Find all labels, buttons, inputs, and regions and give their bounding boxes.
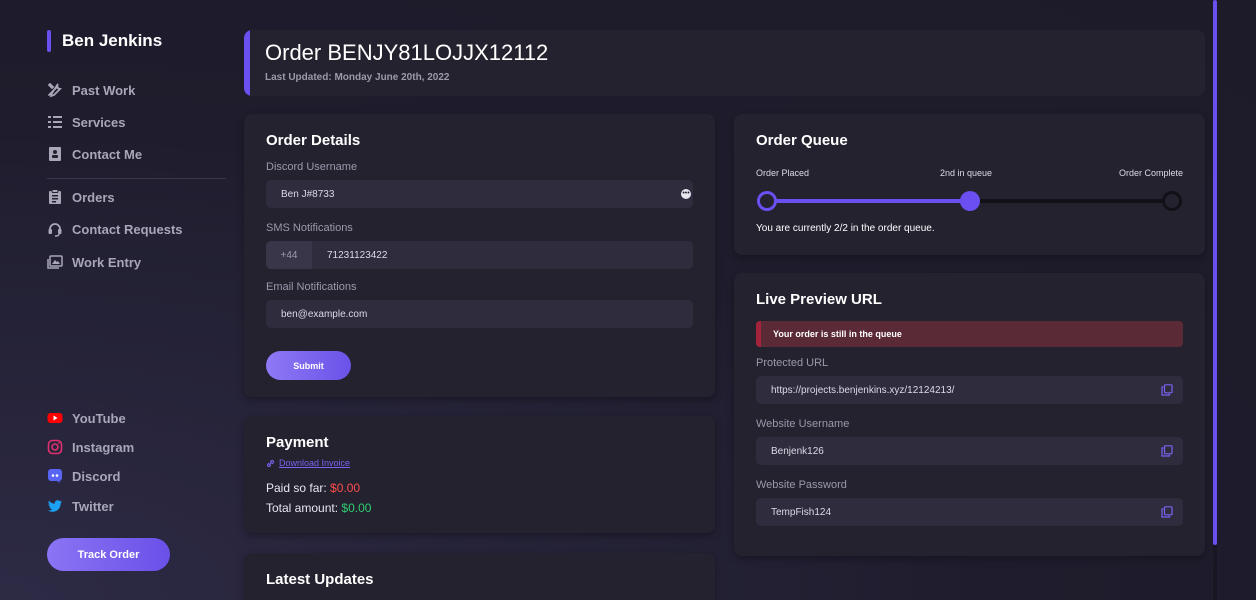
nav-item-contact-requests[interactable]: Contact Requests: [47, 220, 183, 238]
social-label: YouTube: [72, 410, 126, 426]
nav-item-contact-me[interactable]: Contact Me: [47, 145, 142, 163]
total-label: Total amount:: [266, 501, 339, 515]
social-link-instagram[interactable]: Instagram: [47, 438, 134, 456]
card-title: Live Preview URL: [756, 291, 882, 308]
nav-divider: [47, 178, 226, 179]
brand[interactable]: Ben Jenkins: [47, 30, 162, 52]
queue-status: You are currently 2/2 in the order queue…: [756, 223, 935, 234]
latest-updates-card: Latest Updates: [244, 553, 715, 600]
page-scrollbar-thumb[interactable]: [1213, 0, 1217, 545]
country-code: +44: [266, 241, 312, 269]
sms-field[interactable]: +44 71231123422: [266, 241, 693, 269]
discord-icon: [47, 468, 63, 484]
alert-accent-bar: [756, 321, 761, 347]
nav-item-past-work[interactable]: Past Work: [47, 81, 135, 99]
download-invoice-link[interactable]: Download Invoice: [266, 458, 350, 468]
queue-progress-fill: [767, 199, 970, 203]
discord-username-label: Discord Username: [266, 161, 358, 173]
order-details-card: Order Details Discord Username Ben J#873…: [244, 114, 715, 397]
social-label: Twitter: [72, 498, 114, 514]
alert-text: Your order is still in the queue: [773, 329, 902, 339]
sms-label: SMS Notifications: [266, 222, 353, 234]
order-header: Order BENJY81LOJJX12112 Last Updated: Mo…: [244, 30, 1205, 96]
clipboard-icon: [47, 189, 63, 205]
brand-name: Ben Jenkins: [62, 31, 163, 50]
website-password-field[interactable]: TempFish124: [756, 498, 1183, 526]
nav-item-services[interactable]: Services: [47, 113, 126, 131]
card-title: Payment: [266, 434, 329, 451]
header-accent-bar: [244, 30, 250, 96]
download-invoice-label: Download Invoice: [279, 458, 351, 468]
website-username-label: Website Username: [756, 418, 850, 430]
nav-label: Orders: [72, 189, 115, 205]
sms-value: 71231123422: [327, 249, 388, 261]
social-link-twitter[interactable]: Twitter: [47, 497, 114, 515]
discord-username-value: Ben J#8733: [281, 188, 335, 200]
email-value: ben@example.com: [281, 308, 368, 320]
card-title: Order Details: [266, 132, 361, 149]
paid-so-far: Paid so far: $0.00: [266, 481, 360, 495]
card-title: Order Queue: [756, 132, 848, 149]
sidebar: Ben Jenkins Past Work Services Contact M…: [0, 0, 232, 600]
step-current: 2nd in queue: [940, 168, 993, 178]
social-label: Discord: [72, 468, 121, 484]
website-username-field[interactable]: Benjenk126: [756, 437, 1183, 465]
nav-label: Work Entry: [72, 254, 142, 270]
social-link-discord[interactable]: Discord: [47, 467, 120, 485]
paid-label: Paid so far:: [266, 481, 327, 495]
total-amount: Total amount: $0.00: [266, 501, 371, 515]
step-order-placed: Order Placed: [756, 168, 810, 178]
more-options-icon[interactable]: •••: [681, 189, 691, 199]
website-username-value: Benjenk126: [771, 445, 824, 457]
last-updated: Last Updated: Monday June 20th, 2022: [265, 72, 450, 83]
email-label: Email Notifications: [266, 281, 357, 293]
discord-username-field[interactable]: Ben J#8733 •••: [266, 180, 693, 208]
social-label: Instagram: [72, 439, 135, 455]
link-icon: [266, 459, 275, 467]
payment-card: Payment Download Invoice Paid so far: $0…: [244, 416, 715, 533]
protected-url-value: https://projects.benjenkins.xyz/12124213…: [771, 384, 955, 396]
page-title: Order BENJY81LOJJX12112: [265, 40, 549, 65]
step-order-complete: Order Complete: [1118, 168, 1183, 178]
instagram-icon: [47, 439, 63, 455]
protected-url-label: Protected URL: [756, 357, 829, 369]
copy-icon[interactable]: [1161, 445, 1173, 457]
social-link-youtube[interactable]: YouTube: [47, 409, 126, 427]
queue-alert: Your order is still in the queue: [756, 321, 1183, 347]
nav-label: Contact Me: [72, 146, 143, 162]
nav-item-work-entry[interactable]: Work Entry: [47, 253, 141, 271]
total-value: $0.00: [341, 501, 372, 515]
email-field[interactable]: ben@example.com: [266, 300, 693, 328]
brand-accent-bar: [47, 30, 51, 52]
queue-node-placed: [757, 191, 777, 211]
copy-icon[interactable]: [1161, 384, 1173, 396]
website-password-label: Website Password: [756, 479, 847, 491]
website-password-value: TempFish124: [771, 506, 832, 518]
twitter-icon: [47, 498, 63, 514]
tools-icon: [47, 82, 63, 98]
nav-item-orders[interactable]: Orders: [47, 188, 115, 206]
live-preview-card: Live Preview URL Your order is still in …: [734, 273, 1205, 556]
copy-icon[interactable]: [1161, 506, 1173, 518]
card-title: Latest Updates: [266, 571, 374, 588]
paid-value: $0.00: [330, 481, 361, 495]
list-icon: [47, 114, 63, 130]
nav-label: Contact Requests: [72, 221, 183, 237]
submit-button[interactable]: Submit: [266, 351, 351, 380]
order-queue-card: Order Queue Order Placed 2nd in queue Or…: [734, 114, 1205, 255]
track-order-button[interactable]: Track Order: [47, 538, 170, 571]
images-icon: [47, 254, 63, 270]
youtube-icon: [47, 410, 63, 426]
protected-url-field[interactable]: https://projects.benjenkins.xyz/12124213…: [756, 376, 1183, 404]
nav-label: Past Work: [72, 82, 136, 98]
nav-label: Services: [72, 114, 126, 130]
queue-node-complete: [1162, 191, 1182, 211]
queue-node-current: [959, 191, 980, 211]
headset-icon: [47, 221, 63, 237]
contact-card-icon: [47, 146, 63, 162]
